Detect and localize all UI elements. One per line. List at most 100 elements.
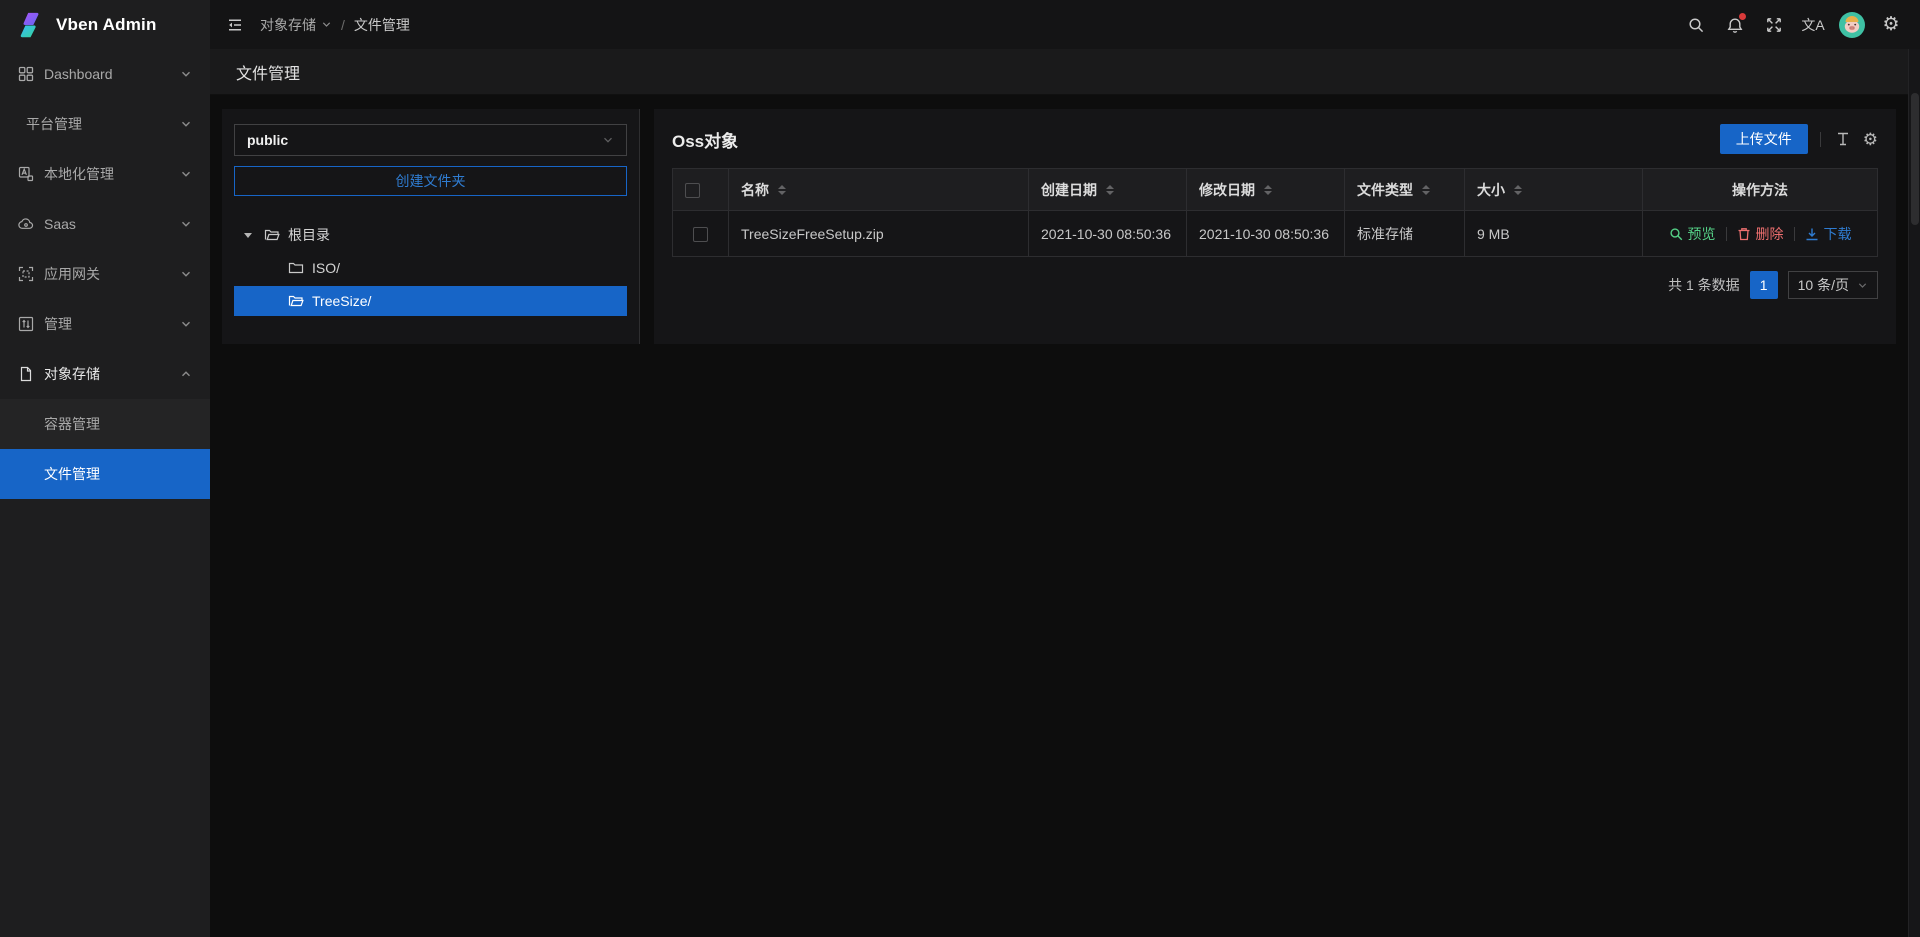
sidebar-item-label: Dashboard bbox=[44, 66, 113, 82]
sidebar-item-app-gateway[interactable]: 应用网关 bbox=[0, 249, 210, 299]
cell-actions: 预览 删除 bbox=[1643, 211, 1878, 257]
action-label: 删除 bbox=[1756, 224, 1784, 244]
chevron-down-icon bbox=[180, 318, 192, 330]
column-header-filetype[interactable]: 文件类型 bbox=[1345, 169, 1465, 211]
scrollbar-thumb[interactable] bbox=[1911, 93, 1919, 225]
column-header-name[interactable]: 名称 bbox=[729, 169, 1029, 211]
gear-glyph: ⚙ bbox=[1863, 131, 1878, 148]
avatar[interactable] bbox=[1837, 8, 1867, 42]
chevron-down-icon bbox=[321, 19, 332, 30]
select-all-checkbox[interactable] bbox=[685, 183, 700, 198]
column-label: 大小 bbox=[1477, 180, 1505, 200]
sidebar: Vben Admin Dashboard 平台管理 bbox=[0, 0, 210, 937]
folder-closed-icon bbox=[288, 260, 304, 276]
gear-glyph: ⚙ bbox=[1882, 15, 1899, 34]
breadcrumb-object-storage[interactable]: 对象存储 bbox=[260, 15, 332, 35]
content: public 创建文件夹 根目录 bbox=[210, 95, 1920, 937]
tree-row-treesize[interactable]: TreeSize/ bbox=[234, 286, 627, 316]
folder-open-icon bbox=[288, 293, 304, 309]
sort-icon bbox=[778, 185, 786, 195]
chevron-down-icon bbox=[180, 168, 192, 180]
avatar-image bbox=[1839, 12, 1865, 38]
row-height-icon[interactable] bbox=[1835, 131, 1851, 147]
table-header-row: 名称 创建日期 bbox=[673, 169, 1878, 211]
sidebar-item-label: Saas bbox=[44, 216, 76, 232]
column-label: 创建日期 bbox=[1041, 180, 1097, 200]
cell-size: 9 MB bbox=[1465, 211, 1643, 257]
page-size-select[interactable]: 10 条/页 bbox=[1788, 271, 1878, 299]
sliders-icon bbox=[18, 316, 34, 332]
cell-modified: 2021-10-30 08:50:36 bbox=[1187, 211, 1345, 257]
cloud-icon bbox=[18, 216, 34, 232]
chevron-down-icon bbox=[180, 68, 192, 80]
action-label: 下载 bbox=[1824, 224, 1852, 244]
settings-gear-icon[interactable]: ⚙ bbox=[1876, 8, 1906, 42]
cell-name: TreeSizeFreeSetup.zip bbox=[729, 211, 1029, 257]
fullscreen-icon[interactable] bbox=[1759, 8, 1789, 42]
sidebar-item-container-mgmt[interactable]: 容器管理 bbox=[0, 399, 210, 449]
folder-open-icon bbox=[264, 227, 280, 243]
oss-panel-header: Oss对象 上传文件 ⚙ bbox=[672, 123, 1878, 155]
tree-label: TreeSize/ bbox=[312, 293, 371, 309]
notification-dot bbox=[1739, 13, 1746, 20]
sidebar-item-localization-mgmt[interactable]: 本地化管理 bbox=[0, 149, 210, 199]
sidebar-item-management[interactable]: 管理 bbox=[0, 299, 210, 349]
page-title: 文件管理 bbox=[236, 60, 300, 84]
sidebar-item-dashboard[interactable]: Dashboard bbox=[0, 49, 210, 99]
oss-panel: Oss对象 上传文件 ⚙ bbox=[654, 109, 1896, 344]
sidebar-item-label: 文件管理 bbox=[44, 464, 100, 484]
vertical-scrollbar bbox=[1908, 49, 1920, 937]
magnifier-icon bbox=[1669, 227, 1683, 241]
folder-tree: 根目录 ISO/ bbox=[234, 220, 627, 316]
upload-file-button[interactable]: 上传文件 bbox=[1720, 124, 1808, 154]
file-icon bbox=[18, 366, 34, 382]
tree-row-root[interactable]: 根目录 bbox=[234, 220, 627, 250]
menu-fold-icon[interactable] bbox=[226, 16, 244, 34]
breadcrumb: 对象存储 / 文件管理 bbox=[260, 15, 410, 35]
sidebar-item-file-mgmt[interactable]: 文件管理 bbox=[0, 449, 210, 499]
chevron-down-icon bbox=[180, 118, 192, 130]
row-checkbox[interactable] bbox=[693, 227, 708, 242]
breadcrumb-separator: / bbox=[341, 17, 345, 33]
chevron-down-icon bbox=[180, 268, 192, 280]
sidebar-item-label: 应用网关 bbox=[44, 264, 100, 284]
create-folder-button[interactable]: 创建文件夹 bbox=[234, 166, 627, 196]
action-label: 预览 bbox=[1688, 224, 1716, 244]
oss-table: 名称 创建日期 bbox=[672, 168, 1878, 257]
app-root: Vben Admin Dashboard 平台管理 bbox=[0, 0, 1920, 937]
search-icon[interactable] bbox=[1681, 8, 1711, 42]
sort-icon bbox=[1106, 185, 1114, 195]
column-header-size[interactable]: 大小 bbox=[1465, 169, 1643, 211]
column-label: 名称 bbox=[741, 180, 769, 200]
column-settings-gear-icon[interactable]: ⚙ bbox=[1863, 131, 1878, 148]
sidebar-item-label: 本地化管理 bbox=[44, 164, 114, 184]
logo[interactable]: Vben Admin bbox=[0, 0, 210, 49]
sort-icon bbox=[1264, 185, 1272, 195]
bucket-select[interactable]: public bbox=[234, 124, 627, 156]
column-header-modified[interactable]: 修改日期 bbox=[1187, 169, 1345, 211]
page-title-bar: 文件管理 bbox=[210, 49, 1920, 95]
tree-row-iso[interactable]: ISO/ bbox=[234, 253, 627, 283]
toolbar-divider bbox=[1820, 132, 1821, 147]
top-header: 对象存储 / 文件管理 bbox=[210, 0, 1920, 49]
bell-icon[interactable] bbox=[1720, 8, 1750, 42]
preview-link[interactable]: 预览 bbox=[1669, 224, 1716, 244]
delete-link[interactable]: 删除 bbox=[1737, 224, 1784, 244]
sidebar-item-object-storage[interactable]: 对象存储 bbox=[0, 349, 210, 399]
download-link[interactable]: 下载 bbox=[1805, 224, 1852, 244]
translate-icon[interactable]: 文A bbox=[1798, 8, 1828, 42]
caret-down-icon[interactable] bbox=[244, 233, 252, 238]
oss-toolbar: 上传文件 ⚙ bbox=[1720, 124, 1878, 154]
tree-label: ISO/ bbox=[312, 260, 340, 276]
cell-created: 2021-10-30 08:50:36 bbox=[1029, 211, 1187, 257]
download-icon bbox=[1805, 227, 1819, 241]
pagination-total: 共 1 条数据 bbox=[1668, 275, 1740, 295]
row-select-cell bbox=[673, 211, 729, 257]
sidebar-item-saas[interactable]: Saas bbox=[0, 199, 210, 249]
page-1-button[interactable]: 1 bbox=[1750, 271, 1778, 299]
action-divider bbox=[1794, 227, 1795, 241]
column-header-created[interactable]: 创建日期 bbox=[1029, 169, 1187, 211]
sidebar-item-label: 容器管理 bbox=[44, 414, 100, 434]
sidebar-item-platform-mgmt[interactable]: 平台管理 bbox=[0, 99, 210, 149]
grid-icon bbox=[18, 66, 34, 82]
